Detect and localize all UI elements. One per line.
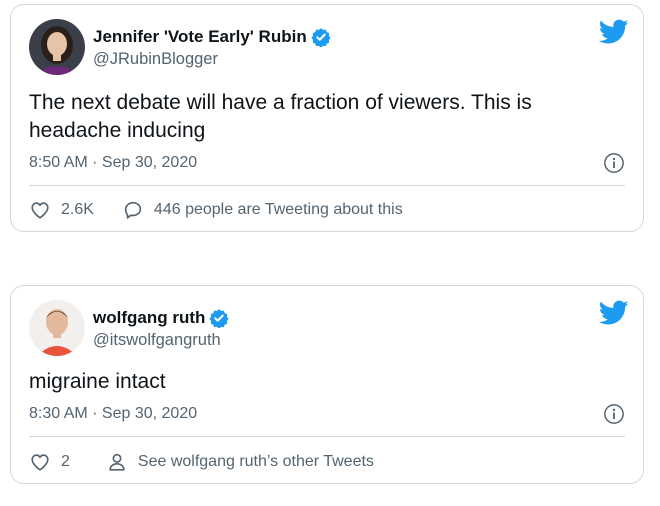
author-name[interactable]: Jennifer 'Vote Early' Rubin [93,27,307,47]
like-button[interactable]: 2.6K [29,199,94,221]
conversation-link-label: 446 people are Tweeting about this [153,201,403,218]
like-count: 2 [61,453,70,470]
verified-badge-icon [209,309,229,328]
verified-badge-icon [311,28,331,47]
tweet-text: migraine intact [29,370,166,393]
reply-conversation-link[interactable]: 446 people are Tweeting about this [122,199,403,221]
tweet-actions: 2.6K 446 people are Tweeting about this [29,199,403,221]
like-button[interactable]: 2 [29,451,70,473]
author-row[interactable]: wolfgang ruth [93,308,229,328]
speech-bubble-icon [124,201,142,219]
tweet-actions: 2 See wolfgang ruth’s other Tweets [29,451,374,473]
tweet-timestamp[interactable]: 8:30 AM · Sep 30, 2020 [29,405,197,423]
tweet-card[interactable]: Jennifer 'Vote Early' Rubin @JRubinBlogg… [10,4,644,232]
author-name[interactable]: wolfgang ruth [93,308,205,328]
twitter-bird-icon[interactable] [599,19,629,45]
info-icon[interactable] [603,152,625,174]
info-icon[interactable] [603,403,625,425]
profile-tweets-label: See wolfgang ruth’s other Tweets [137,453,374,470]
heart-icon [31,202,49,219]
tweet-text: The next debate will have a fraction of … [29,91,532,142]
avatar[interactable] [29,19,85,75]
author-handle[interactable]: @itswolfgangruth [93,331,221,350]
author-row[interactable]: Jennifer 'Vote Early' Rubin [93,27,331,47]
person-icon [109,453,125,471]
profile-tweets-link[interactable]: See wolfgang ruth’s other Tweets [106,451,374,473]
divider [29,185,625,186]
tweet-timestamp[interactable]: 8:50 AM · Sep 30, 2020 [29,154,197,172]
avatar[interactable] [29,300,85,356]
author-handle[interactable]: @JRubinBlogger [93,50,218,69]
like-count: 2.6K [61,201,94,218]
tweet-card[interactable]: wolfgang ruth @itswolfgangruth migraine … [10,285,644,484]
twitter-bird-icon[interactable] [599,300,629,326]
divider [29,436,625,437]
heart-icon [31,454,49,471]
